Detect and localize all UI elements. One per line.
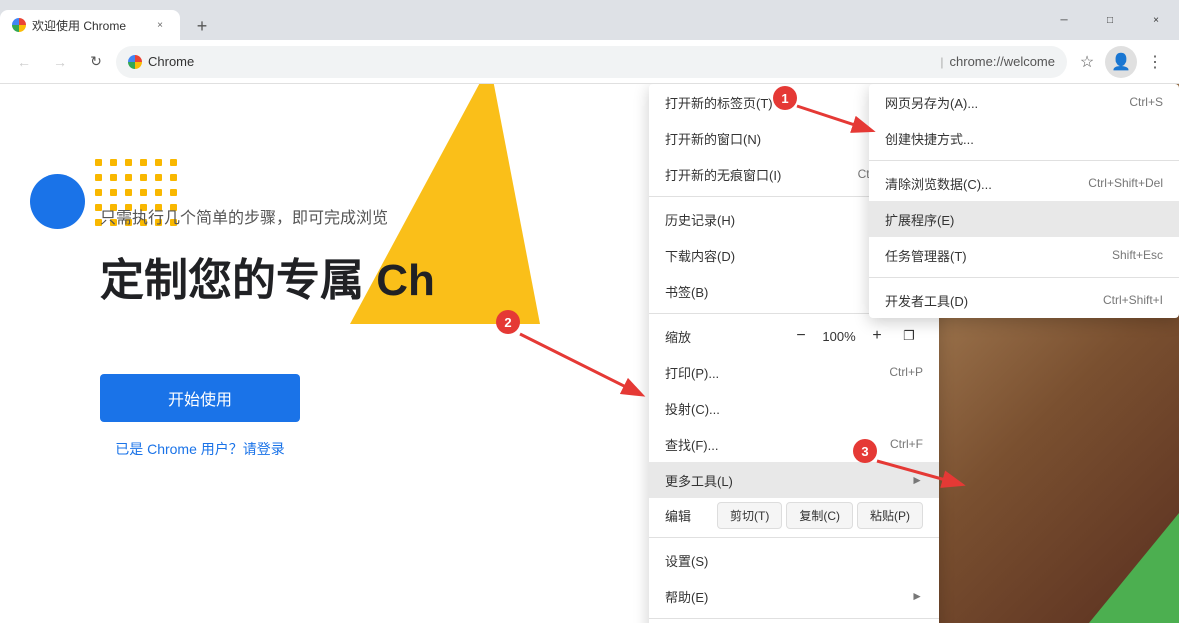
profile-button[interactable]: 👤: [1105, 46, 1137, 78]
menu-print[interactable]: 打印(P)... Ctrl+P: [649, 354, 939, 390]
submenu-clear-data-shortcut: Ctrl+Shift+Del: [1088, 176, 1163, 190]
submenu-divider-2: [869, 277, 1179, 278]
menu-more-tools-label: 更多工具(L): [665, 471, 907, 490]
submenu-devtools-shortcut: Ctrl+Shift+I: [1103, 293, 1163, 307]
submenu-create-shortcut[interactable]: 创建快捷方式...: [869, 120, 1179, 156]
menu-incognito-label: 打开新的无痕窗口(I): [665, 165, 850, 184]
login-link[interactable]: 已是 Chrome 用户？请登录: [100, 439, 300, 459]
sub-menu: 网页另存为(A)... Ctrl+S 创建快捷方式... 清除浏览数据(C)..…: [869, 84, 1179, 318]
back-button[interactable]: ←: [8, 46, 40, 78]
menu-help[interactable]: 帮助(E) ►: [649, 578, 939, 614]
tab-favicon: [12, 18, 26, 32]
menu-help-label: 帮助(E): [665, 587, 907, 606]
submenu-extensions-label: 扩展程序(E): [885, 210, 1163, 229]
menu-zoom-row: 缩放 − 100% + ❐: [649, 318, 939, 354]
menu-print-label: 打印(P)...: [665, 363, 881, 382]
submenu-extensions[interactable]: 扩展程序(E): [869, 201, 1179, 237]
new-tab-button[interactable]: +: [188, 12, 216, 40]
toolbar: ← → ↻ Chrome | chrome://welcome ☆ 👤 ⋮: [0, 40, 1179, 84]
active-tab[interactable]: 欢迎使用 Chrome ×: [0, 10, 180, 40]
window-controls: ─ □ ×: [1041, 0, 1179, 40]
welcome-text: 只需执行几个简单的步骤，即可完成浏览 定制您的专属 Ch: [100, 204, 435, 308]
address-site: Chrome: [148, 54, 934, 69]
tab-strip: 欢迎使用 Chrome × +: [0, 0, 216, 40]
menu-settings[interactable]: 设置(S): [649, 542, 939, 578]
close-button[interactable]: ×: [1133, 4, 1179, 36]
address-favicon: [128, 55, 142, 69]
menu-downloads-label: 下载内容(D): [665, 246, 883, 265]
menu-settings-label: 设置(S): [665, 551, 923, 570]
submenu-save-page[interactable]: 网页另存为(A)... Ctrl+S: [869, 84, 1179, 120]
tab-title: 欢迎使用 Chrome: [32, 17, 146, 34]
submenu-devtools-label: 开发者工具(D): [885, 291, 1095, 310]
address-bar[interactable]: Chrome | chrome://welcome: [116, 46, 1067, 78]
fullscreen-button[interactable]: ❐: [895, 322, 923, 350]
browser-window: 欢迎使用 Chrome × + ─ □ × ← → ↻ Chrome | chr…: [0, 0, 1179, 623]
zoom-value: 100%: [819, 329, 859, 344]
minimize-button[interactable]: ─: [1041, 4, 1087, 36]
main-title: 定制您的专属 Ch: [100, 244, 435, 308]
submenu-devtools[interactable]: 开发者工具(D) Ctrl+Shift+I: [869, 282, 1179, 318]
menu-find-shortcut: Ctrl+F: [890, 437, 923, 451]
menu-find-label: 查找(F)...: [665, 435, 882, 454]
menu-new-tab-label: 打开新的标签页(T): [665, 93, 882, 112]
submenu-clear-data-label: 清除浏览数据(C)...: [885, 174, 1080, 193]
copy-button[interactable]: 复制(C): [786, 502, 853, 529]
tab-close-button[interactable]: ×: [152, 17, 168, 33]
main-menu-button[interactable]: ⋮: [1139, 46, 1171, 78]
submenu-divider-1: [869, 160, 1179, 161]
subtitle: 只需执行几个简单的步骤，即可完成浏览: [100, 204, 435, 228]
submenu-task-manager-shortcut: Shift+Esc: [1112, 248, 1163, 262]
title-bar: 欢迎使用 Chrome × + ─ □ ×: [0, 0, 1179, 40]
menu-cast-label: 投射(C)...: [665, 399, 923, 418]
refresh-button[interactable]: ↻: [80, 46, 112, 78]
submenu-save-page-label: 网页另存为(A)...: [885, 93, 1121, 112]
blue-circle: [30, 174, 85, 229]
menu-edit-label: 编辑: [665, 506, 713, 525]
page-content: 只需执行几个简单的步骤，即可完成浏览 定制您的专属 Ch 开始使用 已是 Chr…: [0, 84, 1179, 623]
zoom-controls: − 100% + ❐: [787, 322, 923, 350]
paste-button[interactable]: 粘贴(P): [857, 502, 923, 529]
bookmark-button[interactable]: ☆: [1071, 46, 1103, 78]
start-button[interactable]: 开始使用: [100, 374, 300, 422]
menu-more-tools[interactable]: 更多工具(L) ►: [649, 462, 939, 498]
address-url: chrome://welcome: [950, 54, 1055, 69]
menu-zoom-label: 缩放: [665, 327, 787, 346]
menu-new-window-label: 打开新的窗口(N): [665, 129, 881, 148]
maximize-button[interactable]: □: [1087, 4, 1133, 36]
menu-cast[interactable]: 投射(C)...: [649, 390, 939, 426]
menu-edit-row: 编辑 剪切(T) 复制(C) 粘贴(P): [649, 498, 939, 533]
menu-help-arrow: ►: [911, 589, 923, 603]
toolbar-actions: ☆ 👤 ⋮: [1071, 46, 1171, 78]
forward-button[interactable]: →: [44, 46, 76, 78]
address-separator: |: [940, 55, 943, 69]
menu-divider-3: [649, 537, 939, 538]
zoom-in-button[interactable]: +: [863, 322, 891, 350]
profile-icon: 👤: [1111, 52, 1131, 72]
menu-more-tools-arrow: ►: [911, 473, 923, 487]
submenu-save-page-shortcut: Ctrl+S: [1129, 95, 1163, 109]
green-shape: [1089, 513, 1179, 623]
cut-button[interactable]: 剪切(T): [717, 502, 782, 529]
menu-find[interactable]: 查找(F)... Ctrl+F: [649, 426, 939, 462]
submenu-clear-data[interactable]: 清除浏览数据(C)... Ctrl+Shift+Del: [869, 165, 1179, 201]
submenu-task-manager[interactable]: 任务管理器(T) Shift+Esc: [869, 237, 1179, 273]
menu-print-shortcut: Ctrl+P: [889, 365, 923, 379]
zoom-out-button[interactable]: −: [787, 322, 815, 350]
menu-divider-4: [649, 618, 939, 619]
submenu-create-shortcut-label: 创建快捷方式...: [885, 129, 1163, 148]
submenu-task-manager-label: 任务管理器(T): [885, 246, 1104, 265]
